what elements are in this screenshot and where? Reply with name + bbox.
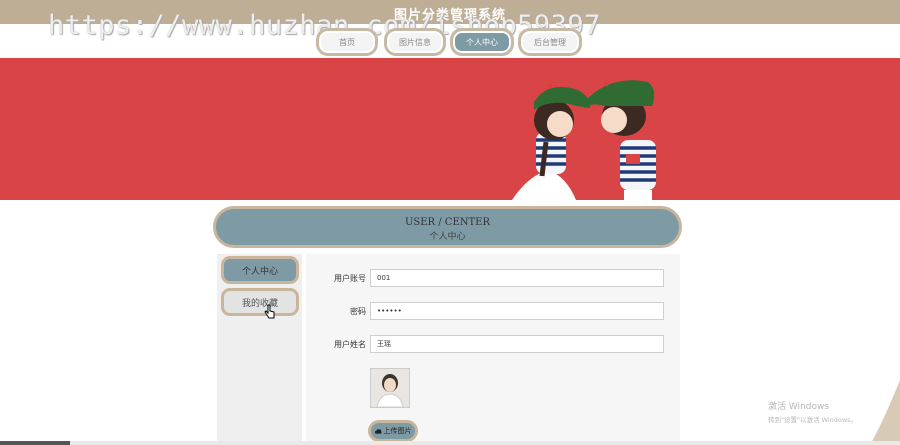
couple-illustration	[512, 80, 656, 200]
hero-banner	[0, 58, 900, 200]
nav-image-info[interactable]: 图片信息	[384, 28, 446, 56]
username-label: 用户账号	[334, 274, 366, 283]
password-field[interactable]: ••••••	[370, 302, 664, 320]
sidebar-item-favorites[interactable]: 我的收藏	[221, 288, 299, 316]
avatar-image	[371, 369, 409, 407]
windows-activation-notice: 激活 Windows 转到"设置"以激活 Windows。	[768, 399, 857, 424]
activation-title: 激活 Windows	[768, 402, 830, 412]
corner-decoration	[870, 380, 900, 445]
sidebar: 个人中心 我的收藏	[217, 254, 302, 445]
bottom-strip-dark	[0, 441, 70, 445]
nav-admin[interactable]: 后台管理	[518, 28, 582, 56]
avatar	[370, 368, 410, 408]
bottom-strip	[0, 441, 900, 445]
upload-image-button[interactable]: 上传图片	[368, 420, 418, 442]
section-header: USER / CENTER 个人中心	[213, 206, 682, 248]
section-title-zh: 个人中心	[429, 232, 466, 242]
sidebar-item-personal-center[interactable]: 个人中心	[221, 256, 299, 284]
hand-cursor-icon	[264, 304, 275, 319]
password-label: 密码	[350, 307, 366, 316]
section-title-en: USER / CENTER	[404, 217, 491, 228]
main-nav: 首页 图片信息 个人中心 后台管理	[0, 28, 900, 56]
nav-home[interactable]: 首页	[316, 28, 378, 56]
username-field[interactable]: 001	[370, 269, 664, 287]
realname-field[interactable]: 王瑶	[370, 335, 664, 353]
cloud-upload-icon	[374, 428, 382, 434]
activation-subtitle: 转到"设置"以激活 Windows。	[768, 416, 858, 424]
upload-button-label: 上传图片	[383, 427, 412, 435]
nav-personal-center[interactable]: 个人中心	[450, 28, 514, 56]
realname-label: 用户姓名	[334, 340, 366, 349]
profile-form: 用户账号 001 密码 •••••• 用户姓名 王瑶 上传图片	[306, 254, 680, 445]
